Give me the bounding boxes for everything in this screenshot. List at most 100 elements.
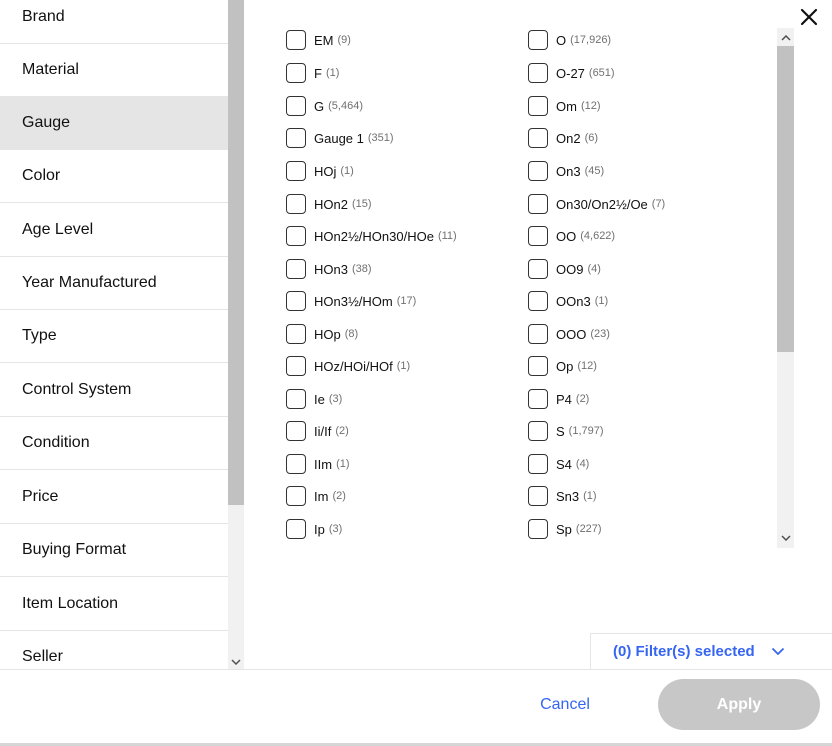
- checkbox[interactable]: [528, 63, 548, 83]
- option-sn3[interactable]: Sn3 (1): [528, 486, 597, 506]
- option-ip[interactable]: Ip (3): [286, 519, 342, 539]
- option-hoj[interactable]: HOj (1): [286, 161, 354, 181]
- option-o-27[interactable]: O-27 (651): [528, 63, 615, 83]
- checkbox[interactable]: [286, 30, 306, 50]
- options-scrollbar[interactable]: [777, 28, 794, 548]
- filters-selected-toggle[interactable]: (0) Filter(s) selected: [590, 633, 832, 669]
- checkbox[interactable]: [286, 324, 306, 344]
- sidebar-item-price[interactable]: Price: [0, 471, 228, 524]
- checkbox[interactable]: [528, 454, 548, 474]
- checkbox[interactable]: [286, 519, 306, 539]
- option-g[interactable]: G (5,464): [286, 96, 363, 116]
- option-oo9[interactable]: OO9 (4): [528, 259, 601, 279]
- checkbox[interactable]: [286, 96, 306, 116]
- option-hon3[interactable]: HOn3 (38): [286, 259, 372, 279]
- checkbox[interactable]: [528, 324, 548, 344]
- option-op[interactable]: Op (12): [528, 356, 597, 376]
- cancel-button[interactable]: Cancel: [529, 690, 601, 720]
- sidebar-item-brand[interactable]: Brand: [0, 0, 228, 44]
- sidebar-scrollbar-thumb[interactable]: [228, 0, 244, 505]
- checkbox[interactable]: [528, 421, 548, 441]
- sidebar-item-type[interactable]: Type: [0, 310, 228, 363]
- option-label: IIm: [314, 456, 333, 472]
- option-o[interactable]: O (17,926): [528, 30, 611, 50]
- close-button[interactable]: [796, 4, 822, 30]
- checkbox[interactable]: [528, 96, 548, 116]
- sidebar-item-item-location[interactable]: Item Location: [0, 578, 228, 631]
- checkbox[interactable]: [286, 194, 306, 214]
- sidebar-item-buying-format[interactable]: Buying Format: [0, 524, 228, 577]
- option-hon2[interactable]: HOn2 (15): [286, 194, 372, 214]
- checkbox[interactable]: [286, 128, 306, 148]
- option-om[interactable]: Om (12): [528, 96, 601, 116]
- checkbox[interactable]: [286, 486, 306, 506]
- option-count: (1): [583, 490, 597, 502]
- option-count: (2): [575, 393, 590, 405]
- checkbox[interactable]: [286, 63, 306, 83]
- checkbox[interactable]: [528, 194, 548, 214]
- scroll-down-arrow-icon[interactable]: [228, 655, 244, 669]
- checkbox[interactable]: [286, 259, 306, 279]
- checkbox[interactable]: [286, 421, 306, 441]
- option-on30-on2-half-oe[interactable]: On30/On2½/Oe (7): [528, 194, 665, 214]
- sidebar-item-age-level[interactable]: Age Level: [0, 204, 228, 257]
- option-hoz-hoi-hof[interactable]: HOz/HOi/HOf (1): [286, 356, 410, 376]
- option-hop[interactable]: HOp (8): [286, 324, 358, 344]
- scroll-up-arrow-icon[interactable]: [777, 30, 794, 46]
- option-hon2-half-hon30-hoe[interactable]: HOn2½/HOn30/HOe (11): [286, 226, 457, 246]
- option-count: (11): [437, 230, 457, 242]
- option-sp[interactable]: Sp (227): [528, 519, 602, 539]
- option-p4[interactable]: P4 (2): [528, 389, 589, 409]
- checkbox[interactable]: [528, 30, 548, 50]
- filters-selected-label: (0) Filter(s) selected: [613, 643, 755, 660]
- checkbox[interactable]: [286, 454, 306, 474]
- checkbox[interactable]: [528, 226, 548, 246]
- checkbox[interactable]: [286, 161, 306, 181]
- option-em[interactable]: EM (9): [286, 30, 351, 50]
- option-count: (1,797): [568, 425, 604, 437]
- option-ooo[interactable]: OOO (23): [528, 324, 610, 344]
- sidebar-item-material[interactable]: Material: [0, 44, 228, 97]
- checkbox[interactable]: [286, 356, 306, 376]
- option-label: S: [556, 423, 565, 439]
- sidebar-item-year-manufactured[interactable]: Year Manufactured: [0, 257, 228, 310]
- option-label: O: [556, 32, 567, 48]
- options-scrollbar-thumb[interactable]: [777, 46, 794, 352]
- option-on3[interactable]: On3 (45): [528, 161, 604, 181]
- sidebar-item-seller[interactable]: Seller: [0, 631, 228, 669]
- checkbox[interactable]: [528, 291, 548, 311]
- option-f[interactable]: F (1): [286, 63, 339, 83]
- option-ie[interactable]: Ie (3): [286, 389, 342, 409]
- option-label: EM: [314, 32, 334, 48]
- checkbox[interactable]: [528, 519, 548, 539]
- checkbox[interactable]: [528, 128, 548, 148]
- option-label: HOz/HOi/HOf: [314, 358, 393, 374]
- checkbox[interactable]: [528, 259, 548, 279]
- sidebar-item-color[interactable]: Color: [0, 150, 228, 203]
- checkbox[interactable]: [528, 356, 548, 376]
- option-hon3-half-hom[interactable]: HOn3½/HOm (17): [286, 291, 416, 311]
- checkbox[interactable]: [286, 291, 306, 311]
- checkbox[interactable]: [528, 161, 548, 181]
- apply-button[interactable]: Apply: [658, 679, 820, 730]
- scroll-down-arrow-icon[interactable]: [777, 530, 794, 546]
- option-ii-if[interactable]: Ii/If (2): [286, 421, 349, 441]
- option-gauge-1[interactable]: Gauge 1 (351): [286, 128, 394, 148]
- option-on2[interactable]: On2 (6): [528, 128, 598, 148]
- option-s4[interactable]: S4 (4): [528, 454, 589, 474]
- sidebar-item-gauge[interactable]: Gauge: [0, 97, 228, 150]
- sidebar-item-label: Material: [22, 61, 79, 78]
- checkbox[interactable]: [286, 226, 306, 246]
- checkbox[interactable]: [528, 389, 548, 409]
- option-s[interactable]: S (1,797): [528, 421, 604, 441]
- checkbox[interactable]: [286, 389, 306, 409]
- option-oo[interactable]: OO (4,622): [528, 226, 615, 246]
- option-im[interactable]: Im (2): [286, 486, 346, 506]
- sidebar-item-control-system[interactable]: Control System: [0, 364, 228, 417]
- option-oon3[interactable]: OOn3 (1): [528, 291, 608, 311]
- option-iim[interactable]: IIm (1): [286, 454, 350, 474]
- option-count: (351): [367, 132, 394, 144]
- checkbox[interactable]: [528, 486, 548, 506]
- sidebar-scrollbar[interactable]: [228, 0, 244, 669]
- sidebar-item-condition[interactable]: Condition: [0, 417, 228, 470]
